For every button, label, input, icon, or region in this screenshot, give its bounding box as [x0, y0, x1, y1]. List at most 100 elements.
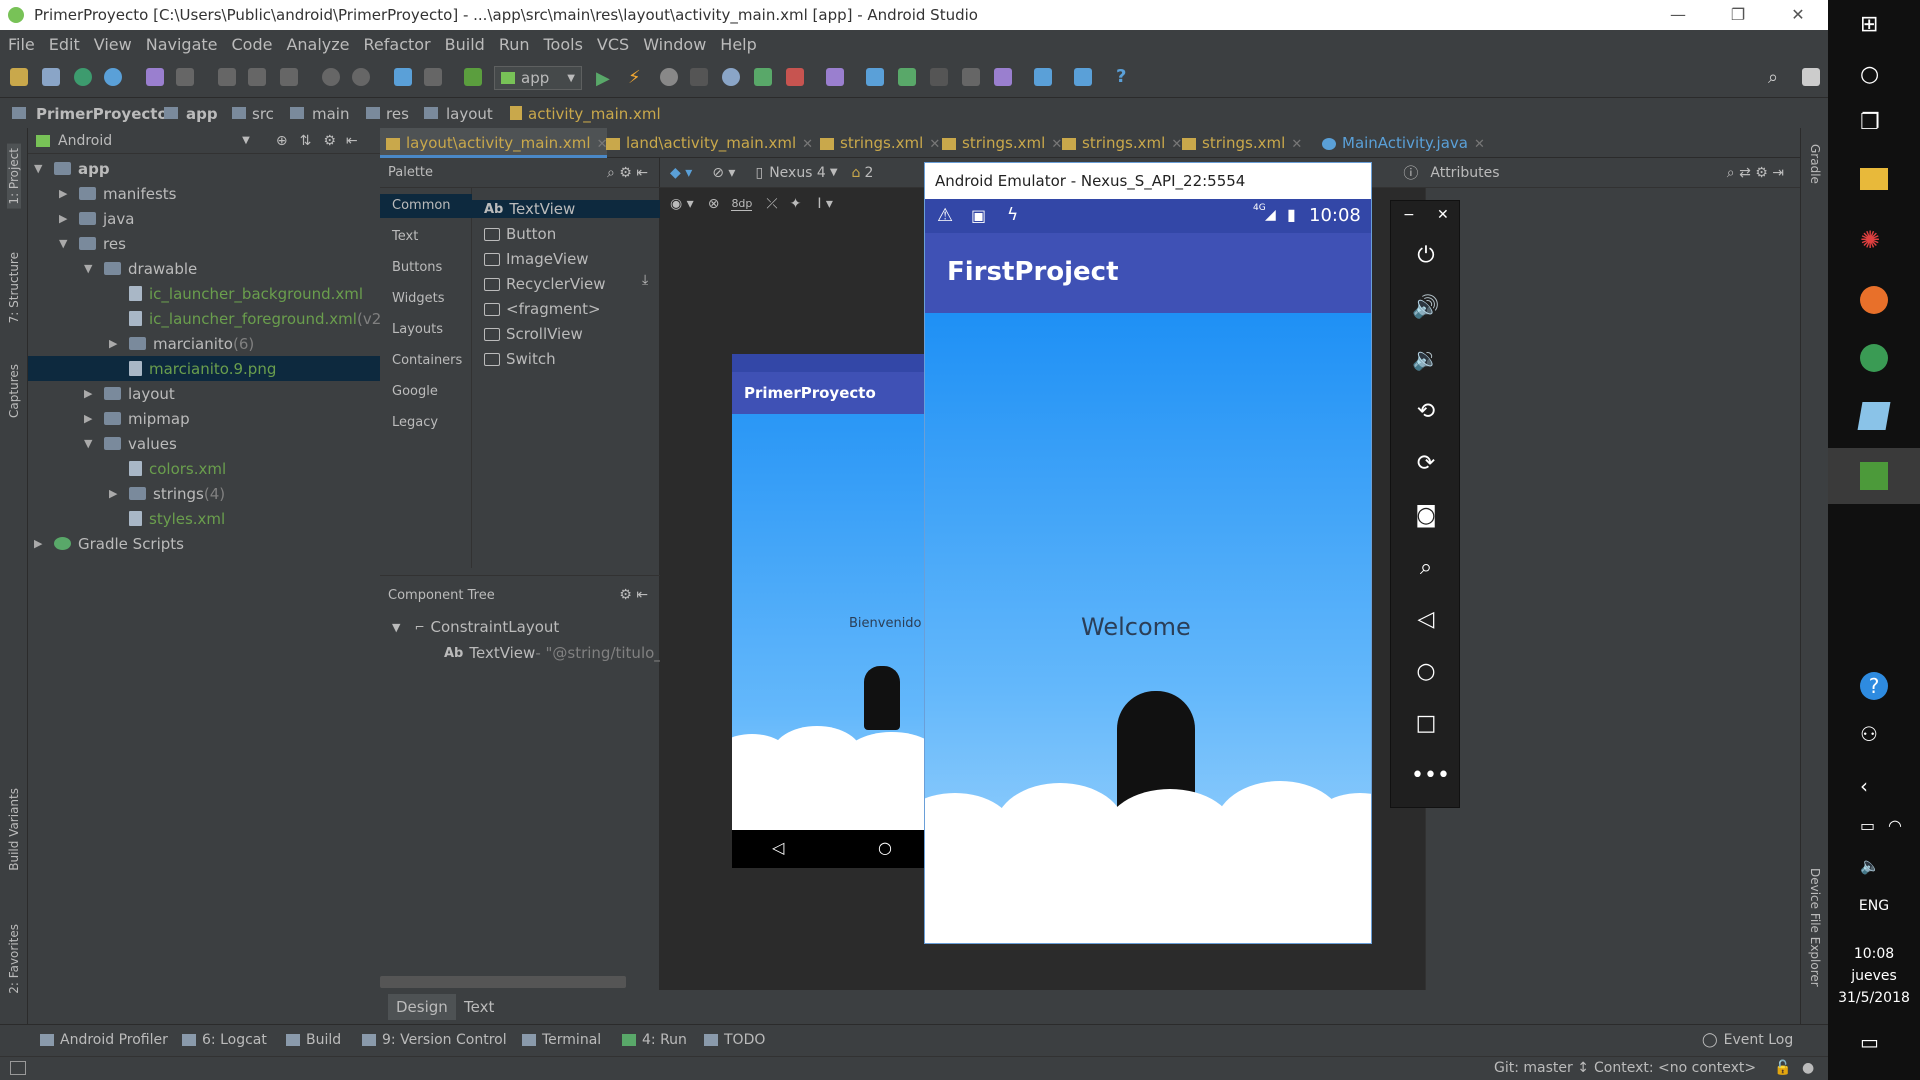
chevron-down-icon[interactable]: ▼	[392, 621, 400, 634]
tool-device-file-explorer[interactable]: Device File Explorer	[1808, 868, 1822, 987]
tab-text[interactable]: Text	[456, 994, 502, 1020]
menu-analyze[interactable]: Analyze	[286, 35, 349, 54]
expand-arrow-icon[interactable]: ▼	[84, 437, 98, 450]
copy-icon[interactable]	[248, 68, 266, 86]
maximize-button[interactable]: ❐	[1708, 0, 1768, 30]
expand-arrow-icon[interactable]: ▼	[59, 237, 73, 250]
file-explorer-icon[interactable]	[1860, 168, 1888, 190]
menu-file[interactable]: File	[8, 35, 35, 54]
tool-favorites[interactable]: 2: Favorites	[7, 924, 21, 994]
avd-manager-icon[interactable]	[826, 68, 844, 86]
tree-item[interactable]: ic_launcher_foreground.xml (v24)	[109, 306, 397, 331]
palette-item[interactable]: Button	[484, 225, 556, 243]
palette-item[interactable]: Switch	[484, 350, 556, 368]
chevron-left-icon[interactable]: ‹	[1860, 774, 1888, 802]
run-icon[interactable]: ▶	[596, 68, 610, 89]
user-icon[interactable]	[1802, 68, 1820, 86]
chevron-down-icon[interactable]: ▼	[830, 167, 838, 178]
expand-arrow-icon[interactable]: ▶	[34, 537, 48, 550]
memory-icon[interactable]: ●	[1802, 1060, 1814, 1076]
tree-item[interactable]: ▶ manifests	[59, 181, 177, 206]
vcs-commit-icon[interactable]	[898, 68, 916, 86]
emulator-close[interactable]: ✕	[1437, 207, 1449, 223]
debug-icon[interactable]	[660, 68, 678, 86]
download-icon[interactable]: ⤓	[642, 272, 648, 288]
expand-arrow-icon[interactable]: ▶	[84, 387, 98, 400]
palette-category-buttons[interactable]: Buttons	[392, 260, 442, 275]
tree-item[interactable]: ▶ mipmap	[84, 406, 190, 431]
tool-window-5[interactable]: 4: Run	[622, 1032, 687, 1048]
volume-down-icon[interactable]: 🔉	[1411, 345, 1441, 375]
editor-tab[interactable]: strings.xml ✕	[936, 128, 1062, 158]
firefox-icon[interactable]	[1860, 286, 1888, 314]
menu-navigate[interactable]: Navigate	[146, 35, 218, 54]
tool-window-0[interactable]: Android Profiler	[40, 1032, 168, 1048]
clock-day[interactable]: jueves	[1828, 968, 1920, 984]
autoconnect-icon[interactable]: ⊗	[708, 196, 720, 212]
tree-item[interactable]: colors.xml	[109, 456, 226, 481]
stop-icon[interactable]	[786, 68, 804, 86]
breadcrumb-src[interactable]: src	[252, 105, 274, 123]
run-config-select[interactable]: app ▼	[494, 66, 582, 90]
tree-item[interactable]: ▼ res	[59, 231, 126, 256]
project-view-mode[interactable]: Android	[58, 133, 112, 149]
tool-window-3[interactable]: 9: Version Control	[362, 1032, 507, 1048]
menu-build[interactable]: Build	[445, 35, 485, 54]
expand-arrow-icon[interactable]: ▼	[84, 262, 98, 275]
vcs-update-icon[interactable]	[866, 68, 884, 86]
battery-icon[interactable]: ▭	[1860, 816, 1888, 844]
tab-design[interactable]: Design	[388, 994, 456, 1020]
tool-captures[interactable]: Captures	[7, 364, 21, 418]
find-icon[interactable]	[322, 68, 340, 86]
back-icon[interactable]	[394, 68, 412, 86]
language-indicator[interactable]: ENG	[1828, 898, 1920, 914]
home-icon[interactable]: ○	[1411, 657, 1441, 687]
api-level[interactable]: 2	[864, 165, 873, 181]
breadcrumb-app[interactable]: app	[186, 105, 218, 123]
tree-item[interactable]: ic_launcher_background.xml	[109, 281, 363, 306]
forward-icon[interactable]	[424, 68, 442, 86]
eye-icon[interactable]: ◉ ▾	[670, 196, 694, 212]
undo-icon[interactable]	[146, 68, 164, 86]
tool-gradle[interactable]: Gradle	[1808, 144, 1822, 184]
horizontal-scrollbar[interactable]	[380, 976, 626, 988]
close-button[interactable]: ✕	[1768, 0, 1828, 30]
task-view-icon[interactable]: ❐	[1860, 110, 1888, 138]
menu-vcs[interactable]: VCS	[597, 35, 629, 54]
help-icon[interactable]: ?	[1860, 672, 1888, 700]
scroll-from-source-icon[interactable]: ⊕	[276, 133, 288, 149]
vcs-history-icon[interactable]	[962, 68, 980, 86]
clock-time[interactable]: 10:08	[1828, 946, 1920, 962]
apply-changes-icon[interactable]: ⚡	[628, 67, 641, 88]
tree-item[interactable]: ▶ Gradle Scripts	[34, 531, 184, 556]
guidelines-icon[interactable]: I ▾	[817, 196, 833, 212]
palette-category-google[interactable]: Google	[392, 384, 438, 399]
menu-view[interactable]: View	[94, 35, 132, 54]
app-icon[interactable]	[1860, 462, 1888, 490]
volume-icon[interactable]: 🔈	[1860, 856, 1888, 884]
camera-icon[interactable]: ◙	[1411, 501, 1441, 531]
search-icon[interactable]: ⌕ ⚙ ⇤	[607, 165, 648, 181]
android-studio-icon[interactable]	[1860, 344, 1888, 372]
expand-arrow-icon[interactable]: ▶	[59, 187, 73, 200]
coverage-icon[interactable]	[690, 68, 708, 86]
sdk-manager-icon[interactable]	[1074, 68, 1092, 86]
attach-debugger-icon[interactable]	[754, 68, 772, 86]
palette-item[interactable]: Ab TextView	[472, 200, 660, 218]
tree-item[interactable]: ▶ marcianito (6)	[109, 331, 254, 356]
minimize-button[interactable]: —	[1648, 0, 1708, 30]
close-tab-icon[interactable]: ✕	[1291, 137, 1302, 152]
layout-toggle-icon[interactable]	[10, 1061, 26, 1075]
info-icon[interactable]: ⓘ	[1403, 162, 1418, 183]
tool-window-4[interactable]: Terminal	[522, 1032, 601, 1048]
breadcrumb-layout[interactable]: layout	[446, 105, 493, 123]
cut-icon[interactable]	[218, 68, 236, 86]
project-structure-icon[interactable]	[1034, 68, 1052, 86]
tree-item[interactable]: ▶ layout	[84, 381, 175, 406]
virtualbox-icon[interactable]	[1857, 402, 1891, 430]
menu-edit[interactable]: Edit	[49, 35, 80, 54]
people-icon[interactable]: ⚇	[1860, 722, 1888, 750]
windows-start-icon[interactable]: ⊞	[1860, 12, 1888, 40]
palette-item[interactable]: <fragment>	[484, 300, 601, 318]
tree-item[interactable]: ▼ values	[84, 431, 177, 456]
